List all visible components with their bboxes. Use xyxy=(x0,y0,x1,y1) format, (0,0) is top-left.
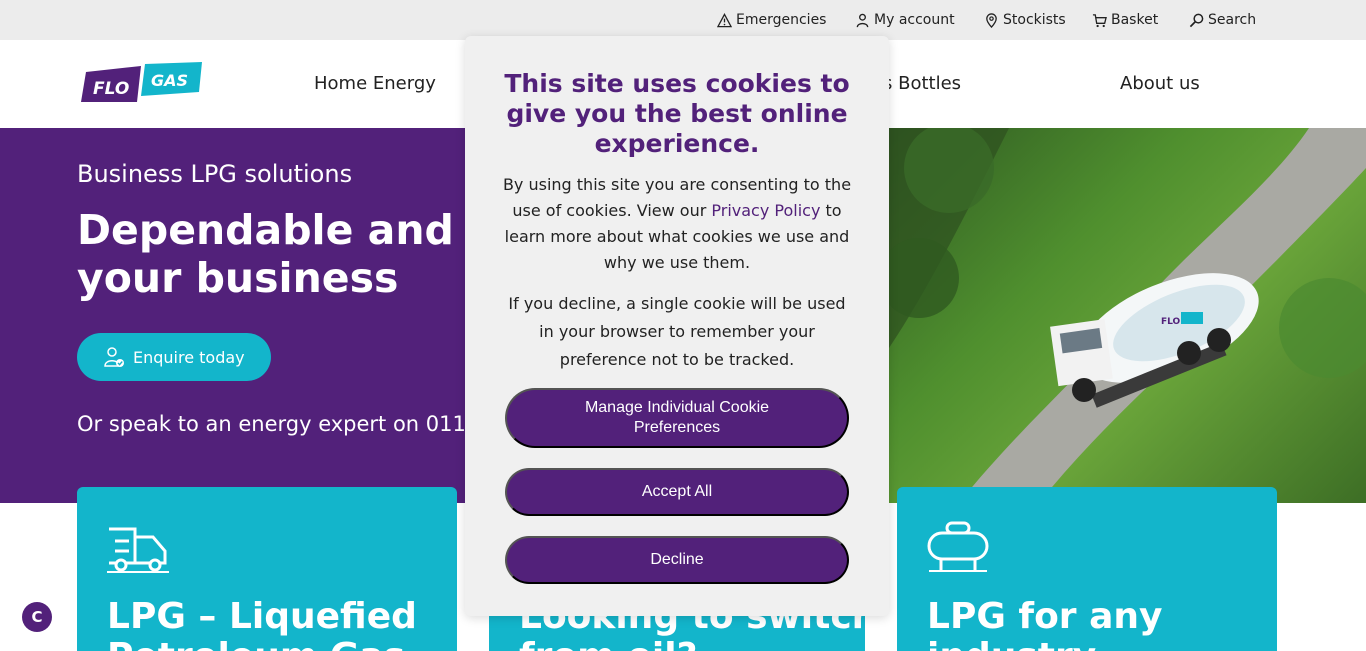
warning-icon xyxy=(717,12,732,27)
decline-button[interactable]: Decline xyxy=(505,536,849,584)
nav-about-us[interactable]: About us xyxy=(1120,73,1200,94)
cookie-settings-icon: C xyxy=(31,608,43,626)
hero-photo-lpg-tanker: FLO xyxy=(889,128,1366,503)
basket-label: Basket xyxy=(1111,12,1159,28)
enquire-user-icon xyxy=(104,347,124,367)
utility-bar: Emergencies My account Stockists Basket … xyxy=(0,0,1366,40)
gas-tank-icon xyxy=(927,521,989,572)
card-lpg-industry[interactable]: LPG for any industry xyxy=(897,487,1277,651)
my-account-label: My account xyxy=(874,12,955,28)
svg-text:GAS: GAS xyxy=(151,71,188,90)
flogas-logo[interactable]: FLO GAS xyxy=(81,62,202,102)
user-icon xyxy=(856,13,869,27)
card-lpg-title-line-1: LPG – Liquefied xyxy=(107,596,417,637)
nav-home-energy[interactable]: Home Energy xyxy=(314,73,436,94)
cookie-consent-text: By using this site you are consenting to… xyxy=(500,172,854,276)
privacy-policy-link[interactable]: Privacy Policy xyxy=(711,201,820,220)
search-link[interactable]: Search xyxy=(1189,12,1256,28)
cookie-modal-title: This site uses cookies to give you the b… xyxy=(504,69,850,158)
tanker-road-illustration: FLO xyxy=(889,128,1366,503)
hero-phone-text: Or speak to an energy expert on 011 xyxy=(77,412,465,436)
card-lpg-title: LPG – Liquefied Petroleum Gas xyxy=(107,597,417,651)
svg-text:FLO: FLO xyxy=(1161,317,1181,327)
svg-text:FLO: FLO xyxy=(93,79,129,99)
stockists-label: Stockists xyxy=(1003,12,1066,28)
card-industry-title: LPG for any industry xyxy=(927,597,1162,651)
search-label: Search xyxy=(1208,12,1257,28)
card-lpg[interactable]: LPG – Liquefied Petroleum Gas xyxy=(77,487,457,651)
card-lpg-title-line-2: Petroleum Gas xyxy=(107,637,417,651)
search-icon xyxy=(1189,13,1204,27)
hero-title-line-1: Dependable and ef xyxy=(77,206,477,254)
my-account-link[interactable]: My account xyxy=(855,12,955,28)
hero-title-line-2: your business xyxy=(77,254,399,302)
cookie-decline-info: If you decline, a single cookie will be … xyxy=(508,294,846,369)
accept-all-button[interactable]: Accept All xyxy=(505,468,849,516)
emergencies-link[interactable]: Emergencies xyxy=(717,12,826,28)
card-industry-title-line-1: LPG for any xyxy=(927,596,1163,637)
stockists-link[interactable]: Stockists xyxy=(984,12,1066,28)
location-pin-icon xyxy=(986,12,997,28)
basket-icon xyxy=(1092,13,1107,27)
cookie-consent-modal: This site uses cookies to give you the b… xyxy=(465,36,889,616)
emergencies-label: Emergencies xyxy=(736,12,827,28)
hero-title: Dependable and ef your business xyxy=(77,206,477,306)
card-switch-title-line-2: from oil? xyxy=(519,637,877,651)
enquire-button[interactable]: Enquire today xyxy=(77,333,271,381)
basket-link[interactable]: Basket xyxy=(1092,12,1158,28)
hero-eyebrow: Business LPG solutions xyxy=(77,160,353,188)
card-industry-title-line-2: industry xyxy=(927,637,1162,651)
manage-cookie-preferences-button[interactable]: Manage Individual Cookie Preferences xyxy=(505,388,849,448)
lpg-truck-icon xyxy=(107,527,169,573)
enquire-button-label: Enquire today xyxy=(133,347,245,367)
cookie-settings-widget[interactable]: C xyxy=(22,602,52,632)
